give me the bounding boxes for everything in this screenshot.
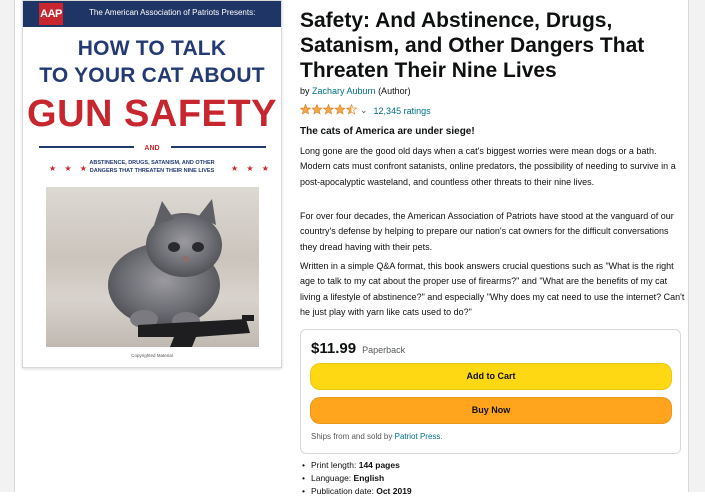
detail-label: Print length: (310, 460, 359, 470)
cover-presents-text: The American Association of Patriots Pre… (89, 8, 256, 17)
description-paragraph: Written in a simple Q&A format, this boo… (300, 261, 685, 317)
cover-stars-right: ★ ★ ★ (231, 164, 272, 173)
detail-label: Language: (310, 473, 354, 483)
book-cover-image[interactable]: AAP The American Association of Patriots… (22, 0, 282, 368)
right-scrollbar[interactable] (688, 0, 705, 492)
cover-title-line-2: TO YOUR CAT ABOUT (39, 64, 265, 87)
detail-item: Language: English (300, 472, 412, 485)
cover-header-bar: AAP The American Association of Patriots… (23, 1, 281, 27)
add-to-cart-button[interactable]: Add to Cart (310, 363, 672, 390)
detail-item: Print length: 144 pages (300, 459, 412, 472)
byline-prefix: by (300, 86, 313, 96)
detail-value: Oct 2019 (376, 486, 412, 496)
cover-main-title: GUN SAFETY (27, 93, 277, 135)
cover-subtitle: ABSTINENCE, DRUGS, SATANISM, AND OTHER D… (89, 160, 215, 174)
detail-value: English (353, 473, 385, 483)
chevron-down-icon[interactable]: ⌄ (360, 105, 368, 116)
rating-star (311, 103, 323, 115)
format-label: Paperback (362, 345, 406, 355)
ships-from-text: Ships from and sold by Patriot Press. (311, 432, 443, 441)
rating-star (322, 103, 335, 115)
description-paragraph: Long gone are the good old days when a c… (300, 146, 676, 187)
star-rating-icon[interactable] (299, 103, 358, 117)
ships-prefix: Ships from and sold by (311, 432, 395, 441)
seller-link[interactable]: Patriot Press (395, 432, 441, 441)
byline: by Zachary Auburn (Author) (300, 86, 411, 96)
price-row: $11.99 Paperback (311, 340, 405, 357)
cover-title-line-1: HOW TO TALK (77, 37, 227, 60)
aap-logo: AAP (39, 3, 63, 25)
product-details-list: Print length: 144 pages Language: Englis… (300, 459, 412, 498)
rating-star (334, 103, 346, 115)
ships-suffix: . (440, 432, 443, 441)
ratings-count-link[interactable]: 12,345 ratings (374, 106, 431, 116)
author-role: (Author) (375, 86, 411, 96)
detail-value: 144 pages (358, 460, 400, 470)
rating-row: ⌄ 12,345 ratings (299, 103, 431, 118)
price: $11.99 (311, 340, 357, 357)
cover-divider-right (171, 146, 266, 148)
buy-now-button[interactable]: Buy Now (310, 397, 672, 424)
rating-star (299, 103, 312, 115)
description-headline: The cats of America are under siege! (300, 126, 475, 137)
kitten-with-gun-photo (46, 187, 259, 347)
buy-box: $11.99 Paperback Add to Cart Buy Now Ship… (300, 329, 681, 454)
left-frame (0, 0, 15, 492)
product-title: Safety: And Abstinence, Drugs, Satanism,… (300, 9, 645, 82)
detail-label: Publication date: (310, 486, 377, 496)
author-link[interactable]: Zachary Auburn (312, 86, 376, 96)
cover-copyright-caption: Copyrighted Material (131, 353, 173, 358)
description-paragraph: For over four decades, the American Asso… (300, 211, 674, 252)
rating-star (345, 103, 358, 115)
